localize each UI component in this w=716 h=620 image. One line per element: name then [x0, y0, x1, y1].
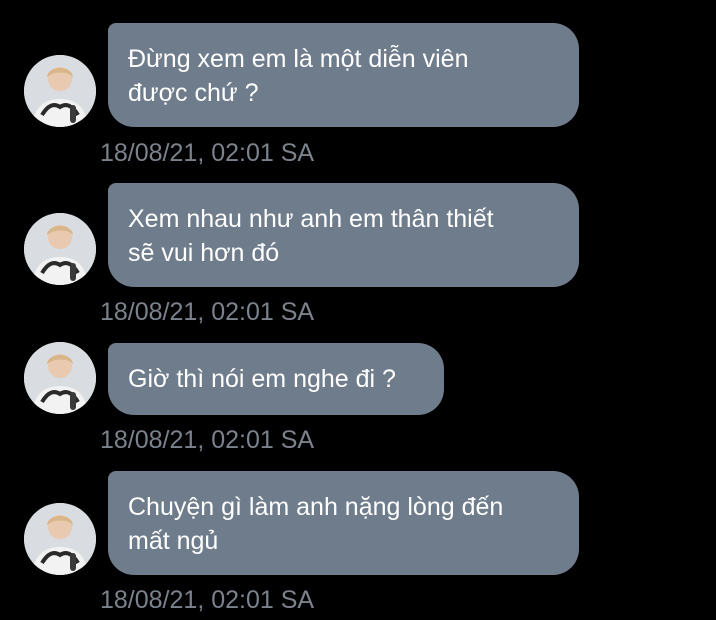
message-bubble[interactable]: Chuyện gì làm anh nặng lòng đến mất ngủ [108, 471, 579, 575]
avatar[interactable] [24, 342, 96, 414]
avatar[interactable] [24, 55, 96, 127]
avatar-photo-icon [24, 55, 96, 127]
message-bubble[interactable]: Xem nhau như anh em thân thiết sẽ vui hơ… [108, 183, 579, 287]
avatar-photo-icon [24, 342, 96, 414]
avatar[interactable] [24, 503, 96, 575]
message-bubble[interactable]: Giờ thì nói em nghe đi ? [108, 343, 444, 415]
avatar[interactable] [24, 213, 96, 285]
avatar-photo-icon [24, 213, 96, 285]
message-timestamp: 18/08/21, 02:01 SA [100, 298, 315, 326]
avatar-photo-icon [24, 503, 96, 575]
message-thread: Đừng xem em là một diễn viên được chứ ? … [0, 0, 716, 620]
message-timestamp: 18/08/21, 02:01 SA [100, 426, 315, 454]
message-timestamp: 18/08/21, 02:01 SA [100, 586, 315, 614]
message-bubble[interactable]: Đừng xem em là một diễn viên được chứ ? [108, 23, 579, 127]
message-timestamp: 18/08/21, 02:01 SA [100, 139, 315, 167]
